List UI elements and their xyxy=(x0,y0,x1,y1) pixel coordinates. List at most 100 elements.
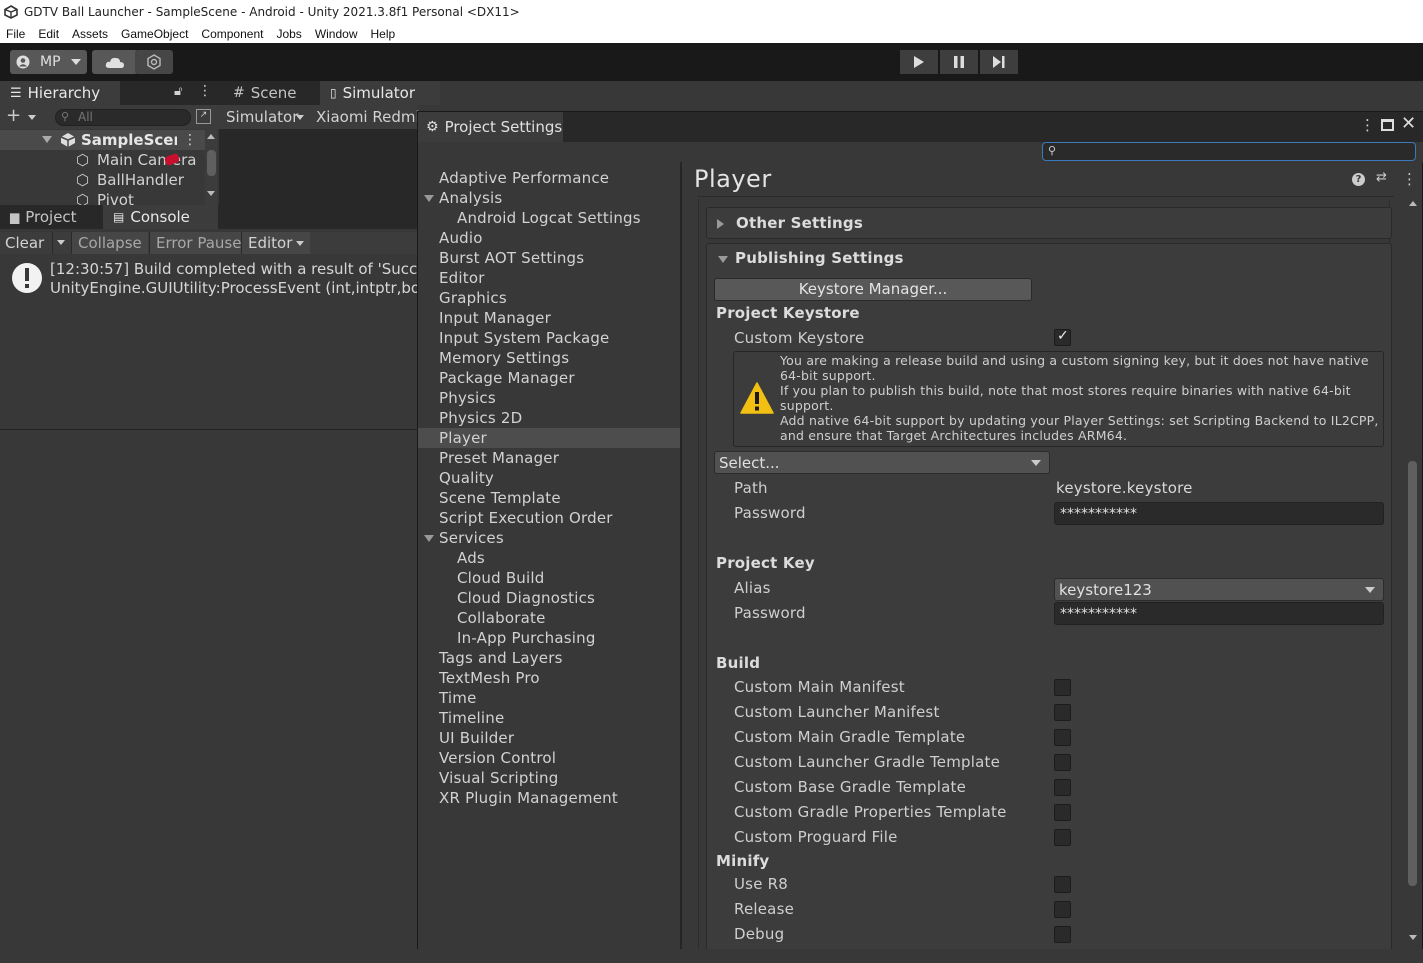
close-icon[interactable]: ✕ xyxy=(1401,113,1416,134)
scroll-down-icon[interactable] xyxy=(207,191,215,196)
device-dropdown[interactable]: Xiaomi Redmi xyxy=(316,108,420,126)
menu-assets[interactable]: Assets xyxy=(72,27,108,41)
menu-gameobject[interactable]: GameObject xyxy=(121,27,188,41)
step-button[interactable] xyxy=(980,50,1018,74)
custom-keystore-checkbox[interactable]: ✓ xyxy=(1054,328,1071,346)
help-icon[interactable]: ? xyxy=(1352,173,1365,186)
preset-icon[interactable]: ⇄ xyxy=(1376,170,1387,185)
clear-button[interactable]: Clear xyxy=(5,234,44,252)
tree-row-pivot[interactable]: ⬡ Pivot xyxy=(0,190,205,205)
tree-row-main-camera[interactable]: ⬡ Main Camera xyxy=(0,150,205,170)
settings-nav-item[interactable]: Physics 2D xyxy=(418,408,680,428)
scroll-thumb[interactable] xyxy=(1408,461,1417,886)
tab-scene[interactable]: # Scene xyxy=(223,81,306,105)
account-button[interactable]: MP xyxy=(10,50,87,74)
settings-nav-item[interactable]: Graphics xyxy=(418,288,680,308)
settings-nav-item[interactable]: Android Logcat Settings xyxy=(418,208,680,228)
settings-nav-item[interactable]: Editor xyxy=(418,268,680,288)
scroll-thumb[interactable] xyxy=(207,150,216,176)
settings-search-input[interactable]: ⚲ xyxy=(1042,142,1416,161)
settings-nav-item[interactable]: XR Plugin Management xyxy=(418,788,680,808)
scroll-up-icon[interactable] xyxy=(1409,201,1417,206)
scroll-down-icon[interactable] xyxy=(1409,935,1417,940)
settings-nav-item[interactable]: Package Manager xyxy=(418,368,680,388)
build-option-checkbox[interactable] xyxy=(1054,754,1071,771)
menu-window[interactable]: Window xyxy=(315,27,358,41)
tab-project[interactable]: ▆ Project xyxy=(0,205,103,229)
build-option-checkbox[interactable] xyxy=(1054,804,1071,821)
publishing-settings-foldout[interactable]: Publishing Settings xyxy=(706,243,1392,273)
tab-project-settings[interactable]: ⚙ Project Settings xyxy=(418,112,563,142)
chevron-down-icon[interactable] xyxy=(296,115,304,120)
scroll-up-icon[interactable] xyxy=(207,134,215,139)
settings-nav-item[interactable]: Preset Manager xyxy=(418,448,680,468)
add-icon[interactable]: + xyxy=(6,105,21,126)
settings-nav-item[interactable]: Visual Scripting xyxy=(418,768,680,788)
settings-nav-item[interactable]: TextMesh Pro xyxy=(418,668,680,688)
lock-icon[interactable]: 🔓︎ xyxy=(174,84,182,99)
settings-nav-item[interactable]: Collaborate xyxy=(418,608,680,628)
minify-option-checkbox[interactable] xyxy=(1054,926,1071,943)
tree-row-scene[interactable]: SampleScen⁠e ⋮ xyxy=(0,130,205,150)
settings-nav-item[interactable]: Version Control xyxy=(418,748,680,768)
settings-nav-item[interactable]: Adaptive Performance xyxy=(418,168,680,188)
content-scrollbar[interactable] xyxy=(1406,195,1420,949)
clear-options-button[interactable] xyxy=(52,232,70,254)
settings-nav-item[interactable]: Timeline xyxy=(418,708,680,728)
settings-nav-item[interactable]: Burst AOT Settings xyxy=(418,248,680,268)
menu-jobs[interactable]: Jobs xyxy=(276,27,301,41)
play-button[interactable] xyxy=(900,50,938,74)
kebab-menu-icon[interactable]: ⋮ xyxy=(1402,170,1417,188)
settings-nav-item[interactable]: Ads xyxy=(418,548,680,568)
menu-help[interactable]: Help xyxy=(371,27,396,41)
scene-visibility-icon[interactable]: ↗ xyxy=(196,109,211,124)
minify-option-checkbox[interactable] xyxy=(1054,901,1071,918)
editor-dropdown[interactable]: Editor xyxy=(241,232,311,254)
settings-nav-item[interactable]: Physics xyxy=(418,388,680,408)
error-pause-button[interactable]: Error Pause xyxy=(149,232,248,254)
other-settings-foldout[interactable]: Other Settings xyxy=(706,207,1392,239)
settings-nav-item[interactable]: Player xyxy=(418,428,680,448)
build-option-checkbox[interactable] xyxy=(1054,829,1071,846)
build-option-checkbox[interactable] xyxy=(1054,729,1071,746)
kebab-menu-icon[interactable]: ⋮ xyxy=(183,132,197,148)
menu-file[interactable]: File xyxy=(6,27,25,41)
keystore-select-dropdown[interactable]: Select... xyxy=(714,451,1050,474)
collab-button[interactable] xyxy=(135,50,173,74)
menu-edit[interactable]: Edit xyxy=(38,27,59,41)
menu-component[interactable]: Component xyxy=(201,27,263,41)
keystore-password-field[interactable]: *********** xyxy=(1054,502,1384,525)
simulator-dropdown[interactable]: Simulator xyxy=(226,108,298,126)
tab-console[interactable]: ▤ Console xyxy=(103,205,218,229)
key-password-field[interactable]: *********** xyxy=(1054,602,1384,625)
tab-simulator[interactable]: ▯ Simulator xyxy=(320,81,440,105)
settings-nav-item[interactable]: Time xyxy=(418,688,680,708)
settings-nav-item[interactable]: Cloud Diagnostics xyxy=(418,588,680,608)
settings-nav-item[interactable]: Audio xyxy=(418,228,680,248)
keystore-manager-button[interactable]: Keystore Manager... xyxy=(714,278,1032,301)
kebab-menu-icon[interactable]: ⋮ xyxy=(1360,116,1375,134)
settings-nav-item[interactable]: Services xyxy=(418,528,680,548)
collapse-arrow-icon[interactable] xyxy=(424,195,434,202)
settings-nav-item[interactable]: Analysis xyxy=(418,188,680,208)
settings-nav-item[interactable]: Scene Template xyxy=(418,488,680,508)
hierarchy-scrollbar[interactable] xyxy=(205,129,217,205)
console-log-entry[interactable]: [12:30:57] Build completed with a result… xyxy=(0,254,417,304)
settings-nav-item[interactable]: Input System Package xyxy=(418,328,680,348)
collapse-arrow-icon[interactable] xyxy=(424,535,434,542)
settings-nav-item[interactable]: Memory Settings xyxy=(418,348,680,368)
cloud-button[interactable] xyxy=(92,50,138,74)
settings-nav-item[interactable]: Tags and Layers xyxy=(418,648,680,668)
collapse-button[interactable]: Collapse xyxy=(71,232,148,254)
settings-nav-item[interactable]: In-App Purchasing xyxy=(418,628,680,648)
expand-arrow-icon[interactable] xyxy=(42,136,52,143)
chevron-down-icon[interactable] xyxy=(28,115,36,120)
settings-nav-item[interactable]: Quality xyxy=(418,468,680,488)
kebab-menu-icon[interactable]: ⋮ xyxy=(198,83,212,99)
settings-nav-item[interactable]: Input Manager xyxy=(418,308,680,328)
pause-button[interactable] xyxy=(940,50,978,74)
minify-option-checkbox[interactable] xyxy=(1054,876,1071,893)
tree-row-ballhandler[interactable]: ⬡ BallHandler xyxy=(0,170,205,190)
settings-nav-item[interactable]: UI Builder xyxy=(418,728,680,748)
tab-hierarchy[interactable]: ☰ Hierarchy xyxy=(0,81,120,105)
